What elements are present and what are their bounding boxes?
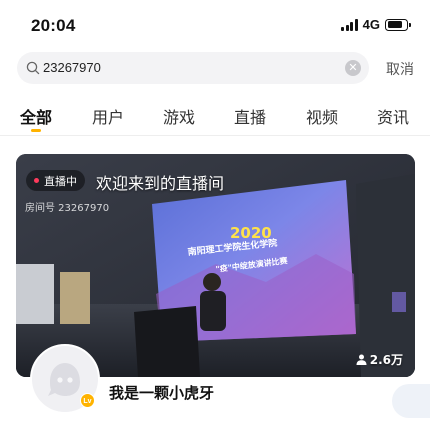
- streamer-level-badge: Lv: [80, 393, 95, 408]
- live-status-badge: 直播中: [26, 170, 85, 191]
- cancel-button[interactable]: 取消: [386, 59, 414, 79]
- search-row: 23267970 ✕ 取消: [0, 52, 430, 84]
- tab-live[interactable]: 直播: [234, 104, 266, 128]
- network-type: 4G: [362, 17, 380, 32]
- viewer-count: 2.6万: [356, 351, 403, 368]
- tab-games[interactable]: 游戏: [163, 104, 195, 128]
- status-time: 20:04: [31, 16, 76, 35]
- active-tab-indicator: [31, 129, 41, 132]
- search-input[interactable]: 23267970 ✕: [17, 52, 369, 84]
- floating-side-button[interactable]: [392, 384, 430, 418]
- viewer-count-text: 2.6万: [369, 353, 403, 367]
- battery-icon: [385, 18, 411, 31]
- search-icon: [26, 61, 40, 75]
- category-tabs: 全部 用户 游戏 直播 视频 资讯: [0, 100, 430, 136]
- live-status-text: 直播中: [44, 174, 77, 188]
- tab-news[interactable]: 资讯: [377, 104, 409, 128]
- room-id: 房间号 23267970: [25, 203, 110, 214]
- streamer-name[interactable]: 我是一颗小虎牙: [109, 382, 214, 403]
- status-indicators: 4G: [341, 17, 411, 32]
- signal-icon: [341, 18, 358, 31]
- room-title: 欢迎来到的直播间: [96, 174, 225, 193]
- search-query: 23267970: [43, 60, 101, 75]
- tab-users[interactable]: 用户: [92, 104, 124, 128]
- person-icon: [356, 354, 367, 365]
- tab-all[interactable]: 全部: [20, 104, 52, 128]
- clear-icon[interactable]: ✕: [345, 60, 361, 76]
- live-room-card[interactable]: 2020 南阳理工学院生化学院 "疫"中绽放演讲比赛 直播中 欢迎来到的直播间 …: [16, 154, 415, 377]
- status-bar: 20:04 4G: [0, 0, 430, 48]
- live-dot-icon: [34, 178, 39, 183]
- tab-videos[interactable]: 视频: [306, 104, 338, 128]
